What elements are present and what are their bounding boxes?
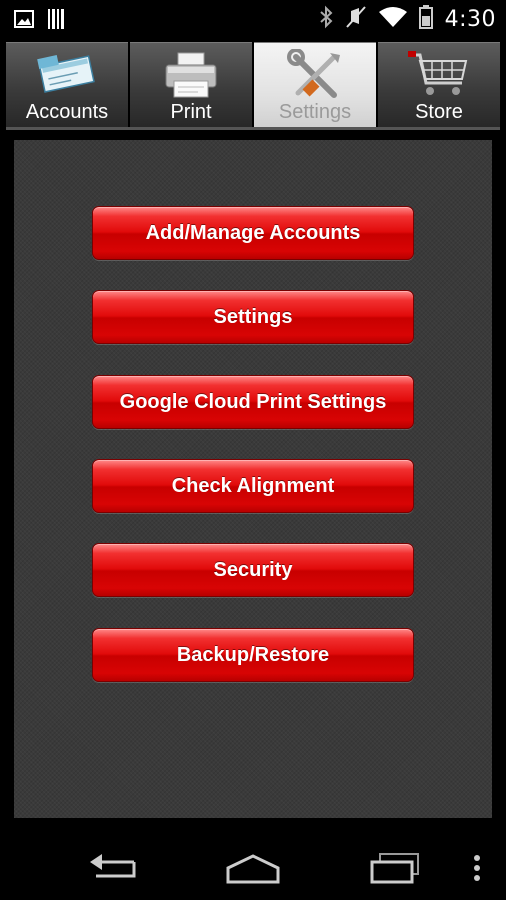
tab-bar: Accounts Print Settings Store: [6, 42, 500, 130]
barcode-icon: [48, 9, 66, 34]
tab-label: Accounts: [25, 101, 109, 123]
bluetooth-icon: [319, 5, 333, 34]
cart-icon: [406, 49, 472, 101]
tab-print[interactable]: Print: [130, 42, 252, 130]
tab-settings[interactable]: Settings: [254, 42, 376, 130]
mute-icon: [345, 5, 367, 34]
google-cloud-print-settings-button[interactable]: Google Cloud Print Settings: [92, 375, 414, 429]
security-button[interactable]: Security: [92, 543, 414, 597]
navigation-bar: [0, 832, 506, 900]
back-icon[interactable]: [88, 854, 138, 889]
settings-button[interactable]: Settings: [92, 290, 414, 344]
tools-icon: [282, 48, 348, 101]
backup-restore-button[interactable]: Backup/Restore: [92, 628, 414, 682]
clock: 4:30: [444, 7, 496, 32]
check-icon: [34, 49, 100, 101]
status-bar: 4:30: [0, 0, 506, 38]
image-icon: [14, 10, 34, 33]
tab-label: Settings: [278, 101, 352, 123]
tab-label: Print: [170, 101, 212, 123]
tab-accounts[interactable]: Accounts: [6, 42, 128, 130]
check-alignment-button[interactable]: Check Alignment: [92, 459, 414, 513]
tab-label: Store: [415, 101, 463, 123]
recent-apps-icon[interactable]: [370, 852, 420, 889]
add-manage-accounts-button[interactable]: Add/Manage Accounts: [92, 206, 414, 260]
battery-icon: [418, 5, 433, 34]
tab-store[interactable]: Store: [378, 42, 500, 130]
overflow-menu-icon[interactable]: [472, 854, 482, 887]
home-icon[interactable]: [226, 854, 280, 889]
wifi-icon: [378, 6, 407, 33]
tab-divider: [6, 127, 500, 130]
printer-icon: [158, 49, 224, 101]
settings-panel: Add/Manage Accounts Settings Google Clou…: [14, 140, 492, 818]
